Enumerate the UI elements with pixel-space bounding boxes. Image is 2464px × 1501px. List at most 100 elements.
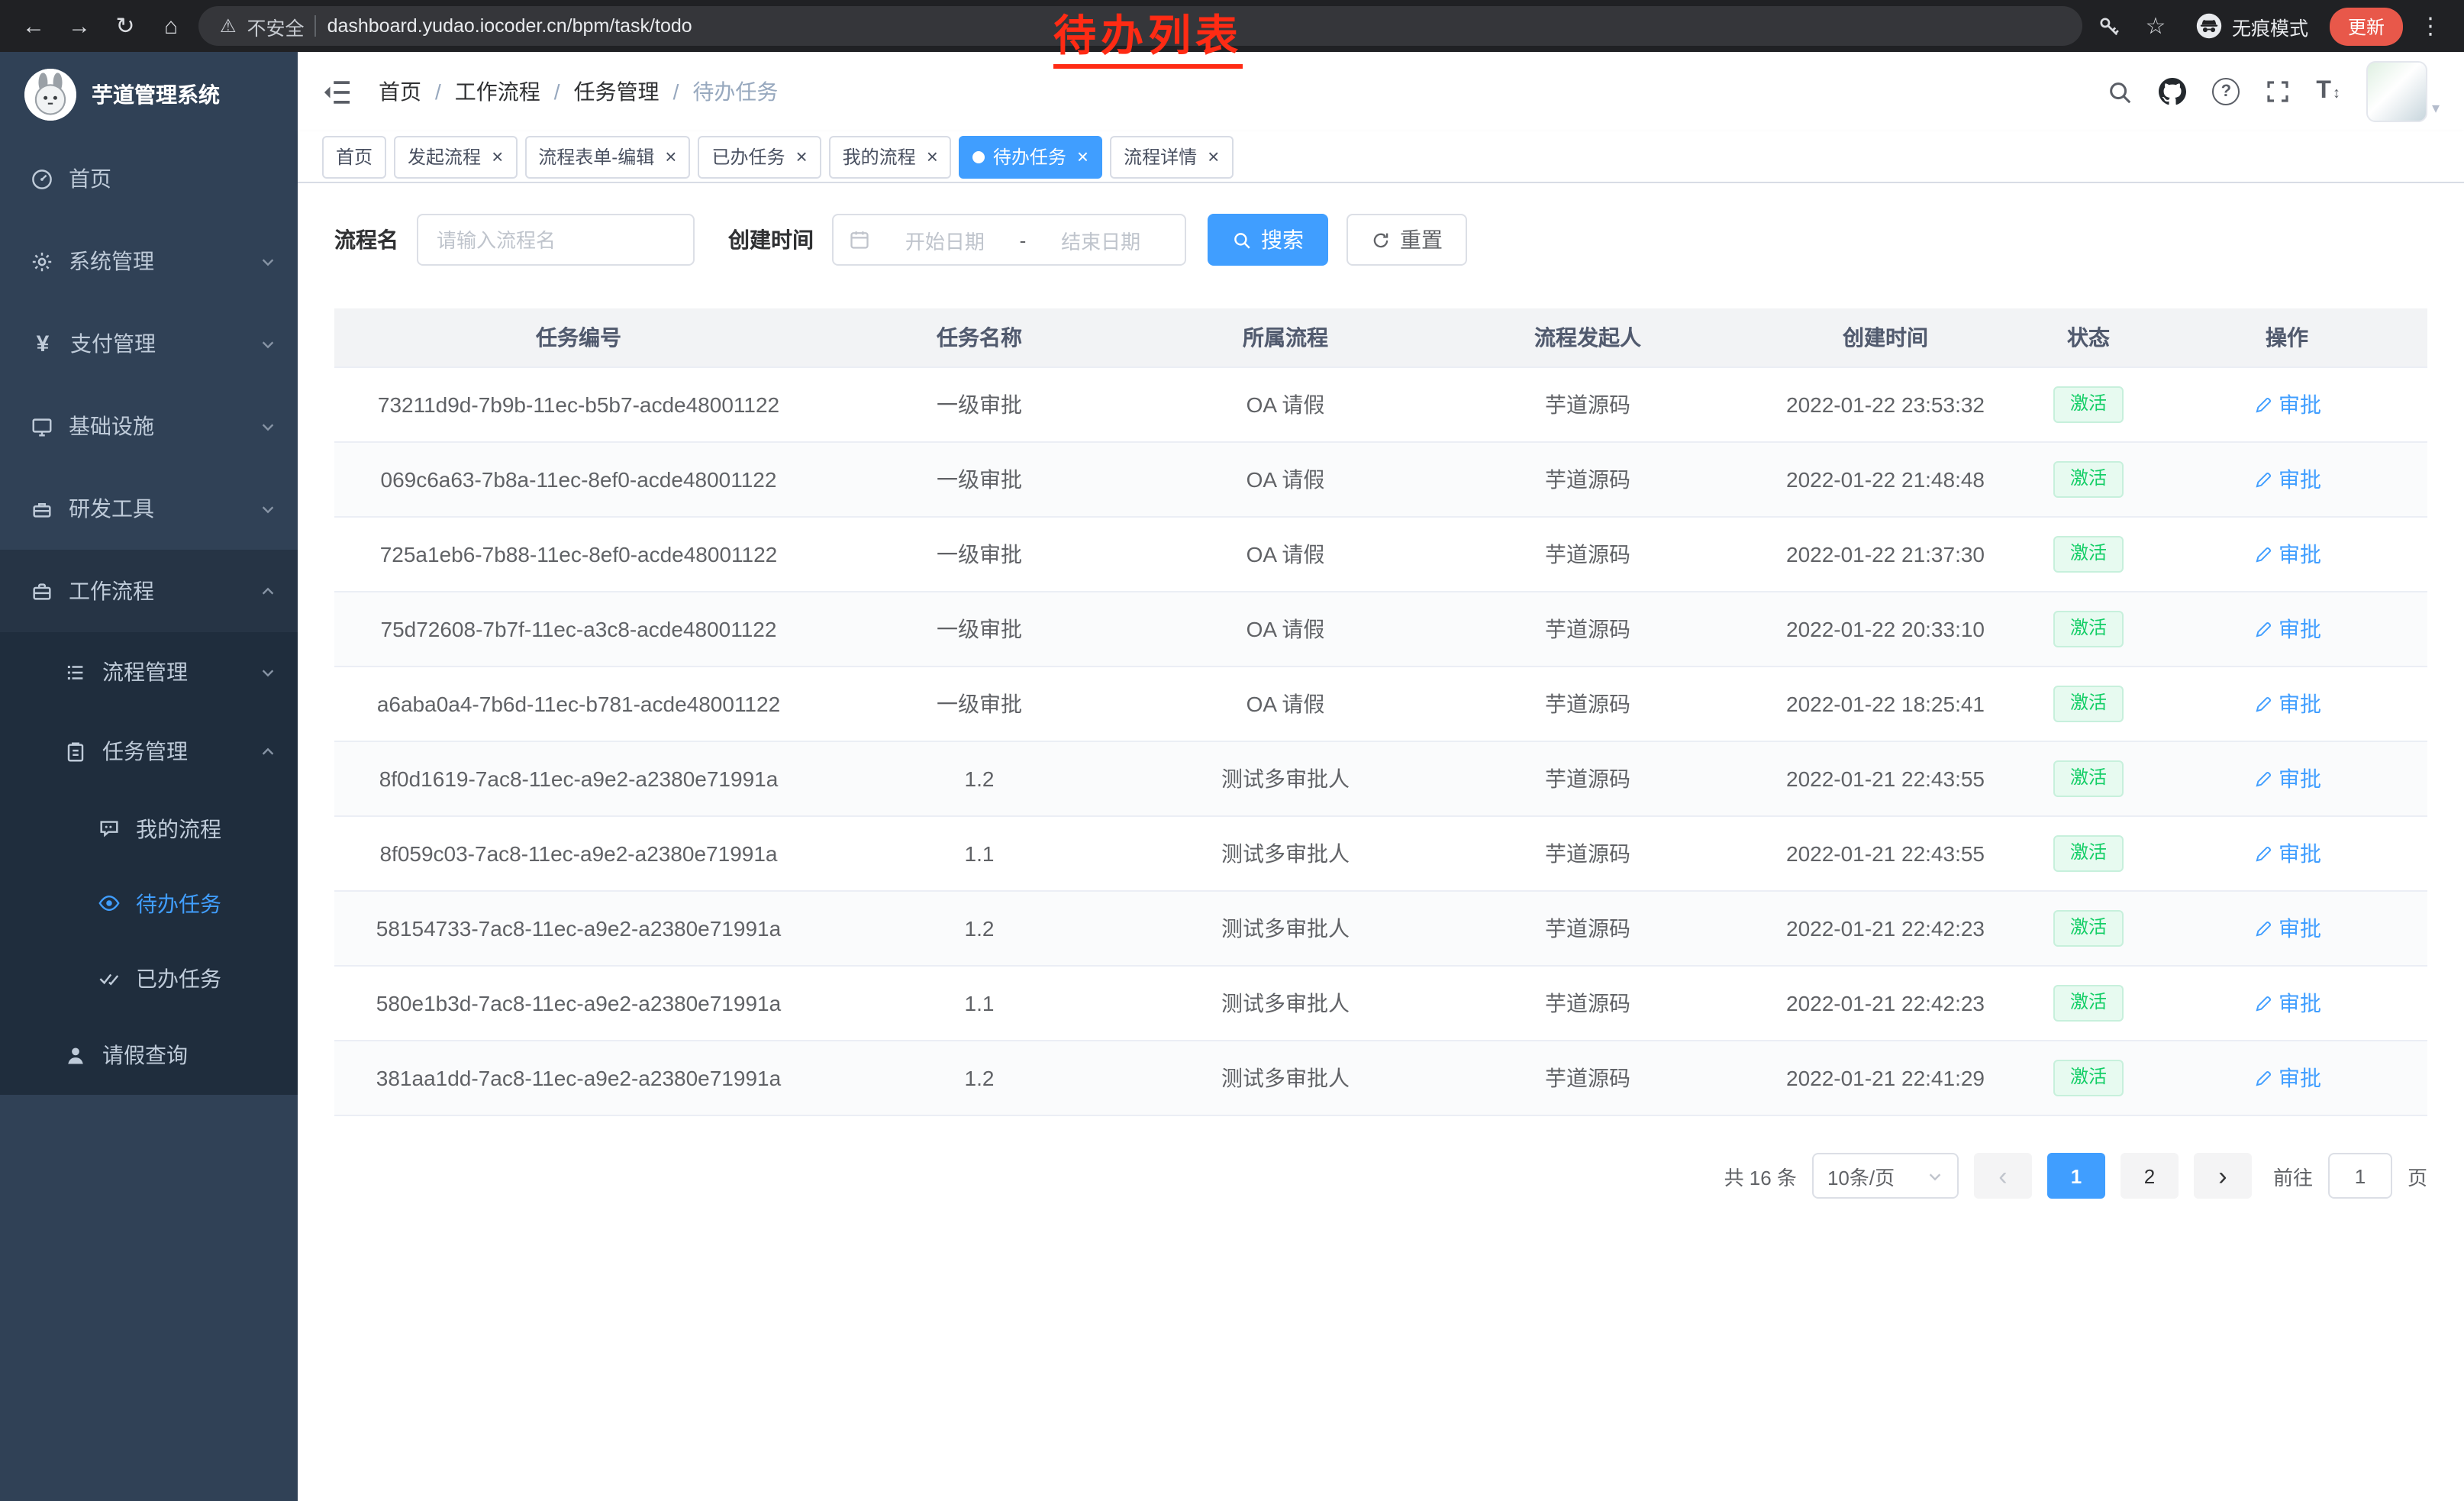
create-time: 2022-01-22 21:48:48 — [1740, 442, 2030, 517]
bookmark-star-icon[interactable]: ☆ — [2137, 8, 2174, 44]
status-badge: 激活 — [2053, 760, 2124, 796]
fullscreen-icon[interactable] — [2266, 79, 2290, 104]
chevron-up-icon — [260, 583, 276, 599]
search-icon — [1232, 230, 1252, 250]
sidebar-item-todo-tasks[interactable]: 待办任务 — [0, 866, 298, 941]
initiator-name: 芋道源码 — [1435, 367, 1740, 442]
tab-close-icon[interactable]: × — [1208, 147, 1219, 166]
tab-首页[interactable]: 首页 — [322, 135, 386, 178]
search-button[interactable]: 搜索 — [1208, 214, 1328, 266]
sidebar-item-leave-query[interactable]: 请假查询 — [0, 1015, 298, 1095]
reset-button[interactable]: 重置 — [1346, 214, 1467, 266]
tab-流程详情[interactable]: 流程详情× — [1110, 135, 1233, 178]
menu-label: 已办任务 — [136, 963, 221, 993]
approve-button[interactable]: 审批 — [2253, 689, 2321, 719]
calendar-icon — [849, 229, 870, 250]
approve-button[interactable]: 审批 — [2253, 763, 2321, 794]
tab-流程表单-编辑[interactable]: 流程表单-编辑× — [524, 135, 690, 178]
font-size-arrows: ↕ — [2333, 86, 2340, 102]
breadcrumb-home[interactable]: 首页 — [379, 76, 421, 107]
home-icon[interactable]: ⌂ — [153, 8, 189, 44]
approve-button[interactable]: 审批 — [2253, 988, 2321, 1018]
chevron-down-icon: ▾ — [2432, 101, 2440, 118]
tab-已办任务[interactable]: 已办任务× — [698, 135, 821, 178]
browser-menu-icon[interactable]: ⋮ — [2412, 8, 2449, 44]
next-page-button[interactable]: › — [2194, 1153, 2252, 1199]
sidebar-item-system[interactable]: 系统管理 — [0, 220, 298, 302]
goto-page-input[interactable] — [2328, 1153, 2392, 1199]
page-size-select[interactable]: 10条/页 — [1812, 1153, 1959, 1199]
approve-label: 审批 — [2279, 1063, 2321, 1093]
breadcrumb-separator: / — [554, 79, 560, 104]
sidebar-item-devtools[interactable]: 研发工具 — [0, 467, 298, 550]
back-icon[interactable]: ← — [15, 8, 52, 44]
approve-button[interactable]: 审批 — [2253, 539, 2321, 570]
font-size-icon[interactable]: T ↕ — [2316, 78, 2340, 105]
sidebar-item-done-tasks[interactable]: 已办任务 — [0, 941, 298, 1015]
start-date-placeholder: 开始日期 — [876, 225, 1014, 254]
tab-我的流程[interactable]: 我的流程× — [829, 135, 952, 178]
tab-close-icon[interactable]: × — [927, 147, 938, 166]
page-button-1[interactable]: 1 — [2047, 1153, 2105, 1199]
sidebar-item-infrastructure[interactable]: 基础设施 — [0, 385, 298, 467]
app-logo[interactable]: 芋道管理系统 — [0, 52, 298, 137]
sidebar-item-payment[interactable]: ¥ 支付管理 — [0, 302, 298, 385]
task-id: 069c6a63-7b8a-11ec-8ef0-acde48001122 — [334, 442, 823, 517]
sidebar-item-process-management[interactable]: 流程管理 — [0, 632, 298, 712]
page-content: 流程名 创建时间 开始日期 - 结束日期 搜索 重 — [298, 183, 2464, 1501]
approve-button[interactable]: 审批 — [2253, 913, 2321, 944]
menu-label: 研发工具 — [69, 493, 154, 524]
approve-label: 审批 — [2279, 614, 2321, 644]
date-range-picker[interactable]: 开始日期 - 结束日期 — [832, 214, 1186, 266]
tab-close-icon[interactable]: × — [1077, 147, 1088, 166]
approve-button[interactable]: 审批 — [2253, 614, 2321, 644]
eye-icon — [98, 892, 121, 915]
github-icon[interactable] — [2159, 78, 2186, 105]
reload-icon[interactable]: ↻ — [107, 8, 144, 44]
sidebar-item-workflow[interactable]: 工作流程 — [0, 550, 298, 632]
tab-label: 首页 — [336, 144, 373, 169]
approve-button[interactable]: 审批 — [2253, 464, 2321, 495]
tab-close-icon[interactable]: × — [492, 147, 503, 166]
sidebar-item-task-management[interactable]: 任务管理 — [0, 712, 298, 791]
task-name: 1.2 — [823, 741, 1136, 816]
app-title: 芋道管理系统 — [92, 79, 220, 110]
table-row: 725a1eb6-7b88-11ec-8ef0-acde48001122一级审批… — [334, 517, 2427, 592]
tab-close-icon[interactable]: × — [665, 147, 676, 166]
update-button[interactable]: 更新 — [2330, 7, 2403, 45]
help-icon[interactable]: ? — [2212, 78, 2240, 105]
menu-label: 首页 — [69, 163, 111, 194]
approve-button[interactable]: 审批 — [2253, 389, 2321, 420]
process-name-input[interactable] — [417, 214, 695, 266]
tab-close-icon[interactable]: × — [795, 147, 807, 166]
person-icon — [64, 1044, 87, 1067]
forward-icon[interactable]: → — [61, 8, 98, 44]
end-date-placeholder: 结束日期 — [1032, 225, 1169, 254]
breadcrumb-task-mgmt[interactable]: 任务管理 — [574, 76, 660, 107]
approve-label: 审批 — [2279, 763, 2321, 794]
table-row: 381aa1dd-7ac8-11ec-a9e2-a2380e71991a1.2测… — [334, 1041, 2427, 1115]
process-name: 测试多审批人 — [1136, 816, 1435, 891]
process-name: 测试多审批人 — [1136, 966, 1435, 1041]
tab-发起流程[interactable]: 发起流程× — [394, 135, 517, 178]
user-menu[interactable]: ▾ — [2366, 61, 2440, 122]
chevron-down-icon — [260, 253, 276, 270]
approve-button[interactable]: 审批 — [2253, 838, 2321, 869]
prev-page-button[interactable]: ‹ — [1974, 1153, 2032, 1199]
sidebar-item-my-process[interactable]: 我的流程 — [0, 791, 298, 866]
password-key-icon[interactable] — [2091, 8, 2128, 44]
search-icon[interactable] — [2107, 79, 2133, 105]
reset-button-label: 重置 — [1400, 224, 1443, 255]
tab-待办任务[interactable]: 待办任务× — [959, 135, 1102, 178]
sidebar-toggle-icon[interactable] — [322, 79, 351, 105]
workflow-submenu: 流程管理 任务管理 我的流程 待办任务 — [0, 632, 298, 1095]
breadcrumb-workflow[interactable]: 工作流程 — [455, 76, 540, 107]
sidebar-item-home[interactable]: 首页 — [0, 137, 298, 220]
menu-label: 支付管理 — [70, 328, 156, 359]
status-badge: 激活 — [2053, 611, 2124, 647]
approve-button[interactable]: 审批 — [2253, 1063, 2321, 1093]
page-button-2[interactable]: 2 — [2121, 1153, 2179, 1199]
edit-icon — [2253, 694, 2272, 714]
status-badge: 激活 — [2053, 386, 2124, 422]
task-id: 75d72608-7b7f-11ec-a3c8-acde48001122 — [334, 592, 823, 667]
